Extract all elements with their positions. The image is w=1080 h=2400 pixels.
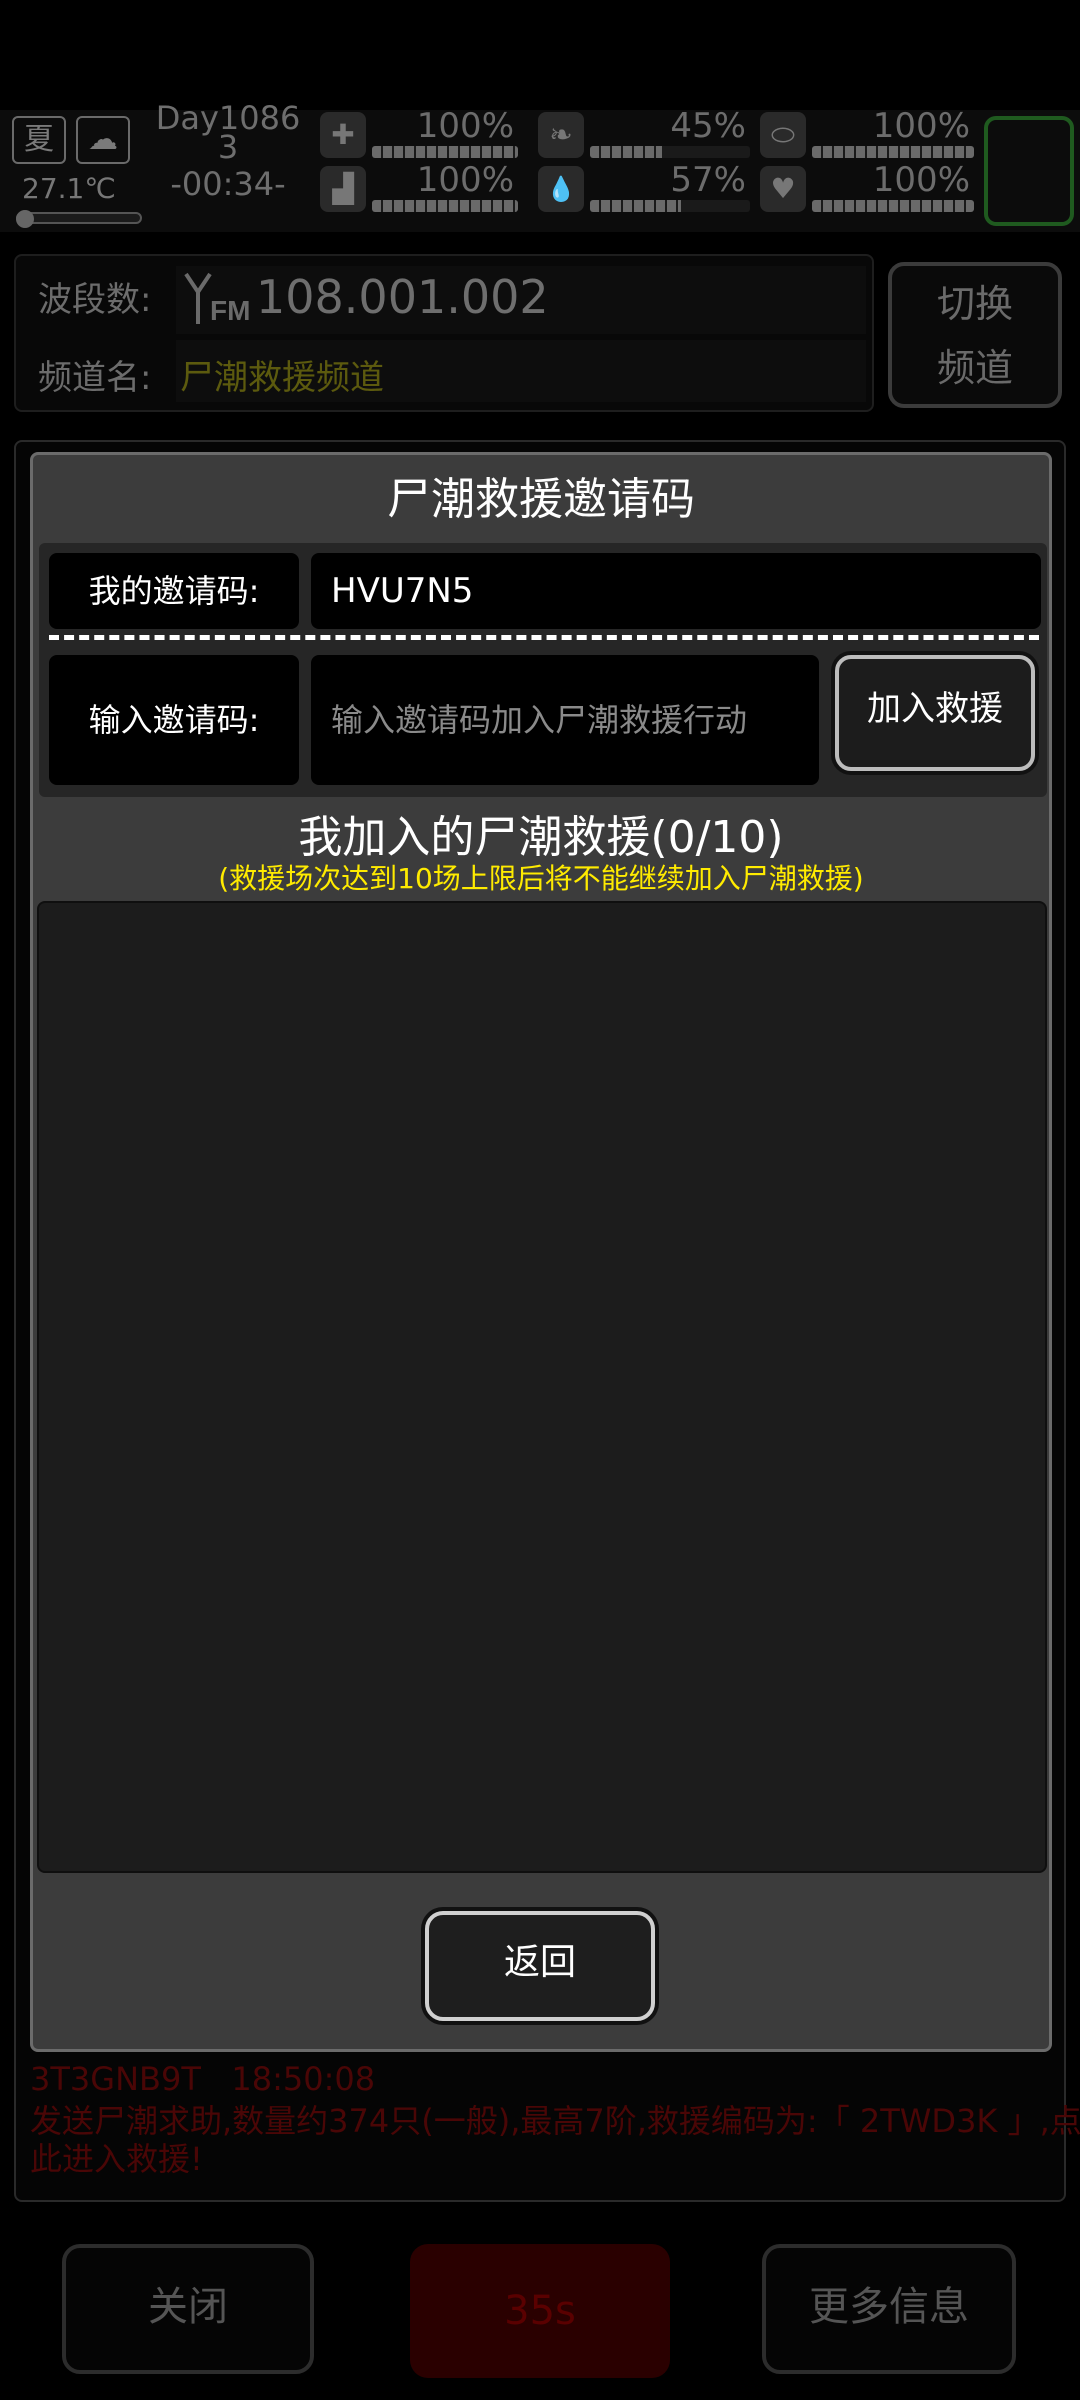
stat-bar-fill — [812, 200, 974, 212]
stat-bar — [812, 146, 974, 158]
stat-bar — [372, 200, 518, 212]
invite-code-dialog: 尸潮救援邀请码 我的邀请码: HVU7N5 输入邀请码: 输入邀请码加入尸潮救援… — [30, 452, 1052, 2052]
invite-code-input[interactable]: 输入邀请码加入尸潮救援行动 — [311, 655, 819, 785]
stat-bar-fill — [590, 200, 682, 212]
stat-value: 57% — [670, 160, 746, 200]
channel-value: 尸潮救援频道 — [180, 358, 384, 398]
temperature-knob — [16, 210, 34, 228]
medkit-icon: ✚ — [320, 112, 366, 158]
boot-icon: ▟ — [320, 166, 366, 212]
svg-text:FM: FM — [210, 295, 250, 326]
antenna-icon: FM — [180, 268, 252, 328]
joined-list-note: (救援场次达到10场上限后将不能继续加入尸潮救援) — [218, 862, 864, 895]
freq-label: 波段数: — [38, 280, 152, 320]
joined-list-title: 我加入的尸潮救援(0/10) — [298, 812, 784, 863]
pill-icon: ⬭ — [760, 112, 806, 158]
back-button[interactable]: 返回 — [425, 1911, 655, 2021]
divider — [49, 635, 1039, 640]
switch-channel-label-2: 频道 — [936, 346, 1013, 390]
stat-value: 100% — [872, 160, 970, 200]
temperature-bar — [16, 210, 142, 228]
my-code-value: HVU7N5 — [311, 553, 1041, 629]
channel-label: 频道名: — [38, 358, 152, 398]
stat-bar — [590, 146, 750, 158]
stomach-icon: ❧ — [538, 112, 584, 158]
season-label: 夏 — [24, 122, 54, 157]
stat-hunger: ❧ 45% — [538, 108, 750, 164]
chat-meta: 3T3GNB9T 18:50:08 — [30, 2060, 375, 2098]
timer-button[interactable]: 35s — [410, 2244, 670, 2378]
stat-value: 100% — [416, 160, 514, 200]
more-info-button[interactable]: 更多信息 — [762, 2244, 1016, 2374]
input-code-label: 输入邀请码: — [49, 655, 299, 785]
chat-message-line-1[interactable]: 发送尸潮求助,数量约374只(一般),最高7阶,救援编码为:「 2TWD3K 」… — [30, 2102, 1080, 2140]
stat-mood: ♥ 100% — [760, 162, 974, 218]
season-weather-widget: 夏 ☁ 27.1℃ — [12, 116, 142, 228]
my-code-label: 我的邀请码: — [49, 553, 299, 629]
day-clock: Day1086 3 -00:34- — [148, 102, 308, 222]
stat-health: ✚ 100% — [320, 108, 518, 164]
water-drop-icon: 💧 — [538, 166, 584, 212]
quick-slot[interactable] — [984, 116, 1074, 226]
switch-channel-label-1: 切换 — [936, 282, 1013, 326]
stat-bar-fill — [372, 200, 518, 212]
chat-sender: 3T3GNB9T — [30, 2060, 201, 2098]
stat-thirst: 💧 57% — [538, 162, 750, 218]
stat-bar-fill — [590, 146, 662, 158]
stat-bar-fill — [372, 146, 518, 158]
temperature: 27.1℃ — [22, 172, 116, 205]
cloud-rain-icon: ☁ — [76, 116, 130, 164]
close-button[interactable]: 关闭 — [62, 2244, 314, 2374]
stat-stamina: ▟ 100% — [320, 162, 518, 218]
stat-value: 100% — [416, 106, 514, 146]
dialog-title: 尸潮救援邀请码 — [387, 474, 695, 525]
invite-panel: 我的邀请码: HVU7N5 输入邀请码: 输入邀请码加入尸潮救援行动 加入救援 — [39, 543, 1047, 797]
stat-value: 100% — [872, 106, 970, 146]
switch-channel-button[interactable]: 切换 频道 — [888, 262, 1062, 408]
stat-bar — [590, 200, 750, 212]
freq-value: 108.001.002 — [256, 270, 549, 324]
stat-medicine: ⬭ 100% — [760, 108, 974, 164]
stat-bar — [372, 146, 518, 158]
stat-value: 45% — [670, 106, 746, 146]
stat-bar — [812, 200, 974, 212]
heart-icon: ♥ — [760, 166, 806, 212]
stat-bar-fill — [812, 146, 974, 158]
joined-rescue-list[interactable] — [37, 901, 1047, 1873]
season-icon: 夏 — [12, 116, 66, 164]
game-time: -00:34- — [170, 165, 286, 203]
join-rescue-button[interactable]: 加入救援 — [835, 655, 1035, 771]
chat-message-line-2[interactable]: 此进入救援! — [30, 2140, 203, 2178]
chat-time: 18:50:08 — [231, 2060, 376, 2098]
day-counter-sub: 3 — [217, 128, 239, 166]
